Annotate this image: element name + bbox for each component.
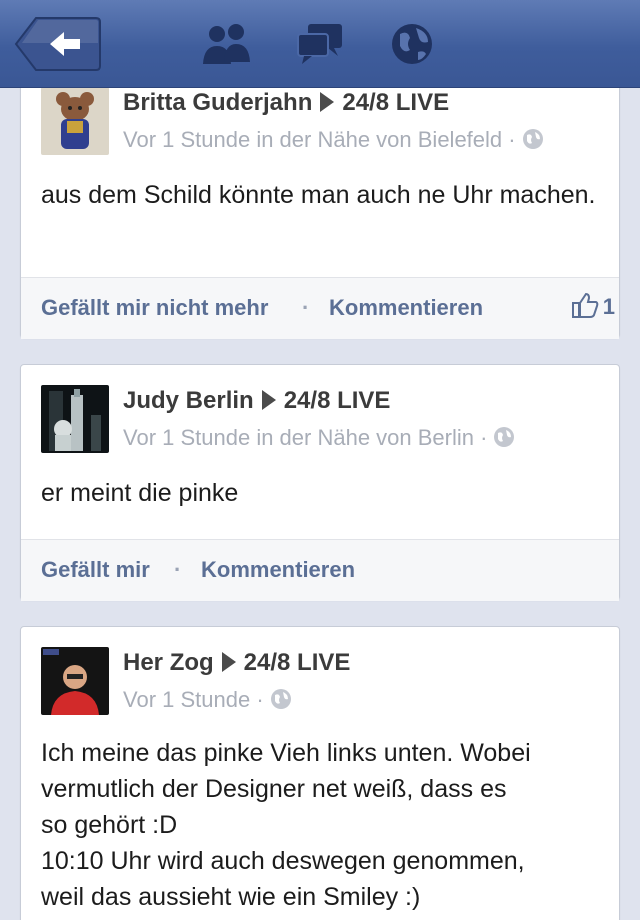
back-button[interactable]	[14, 16, 102, 72]
post-author-line: Britta Guderjahn 24/8 LIVE	[123, 89, 449, 117]
post-timestamp[interactable]: Vor 1 Stunde ·	[123, 687, 264, 712]
author-name[interactable]: Britta Guderjahn	[123, 89, 312, 116]
unlike-button[interactable]: Gefällt mir nicht mehr	[41, 295, 268, 321]
globe-notifications-icon[interactable]	[388, 20, 440, 68]
avatar[interactable]	[41, 647, 109, 715]
post-timestamp[interactable]: Vor 1 Stunde in der Nähe von Bielefeld ·	[123, 127, 516, 152]
post-text-line: vermutlich der Designer net weiß, dass e…	[41, 775, 507, 803]
post-text-line: 10:10 Uhr wird auch deswegen genommen,	[41, 847, 525, 875]
post-text: aus dem Schild könnte man auch ne Uhr ma…	[41, 181, 596, 209]
post-text-line: so gehört :D	[41, 811, 178, 839]
friend-requests-icon[interactable]	[200, 20, 252, 68]
arrow-right-icon	[221, 652, 236, 672]
target-page[interactable]: 24/8 LIVE	[244, 649, 351, 676]
post-text: Ich meine das pinke Vieh links unten. Wo…	[41, 735, 599, 915]
post-card: Judy Berlin 24/8 LIVE Vor 1 Stunde in der…	[20, 364, 620, 601]
globe-icon	[270, 688, 292, 716]
news-feed[interactable]: Britta Guderjahn 24/8 LIVE Vor 1 Stunde i…	[0, 0, 640, 920]
like-count-value: 1	[602, 294, 615, 319]
target-page[interactable]: 24/8 LIVE	[284, 387, 391, 414]
post-meta: Vor 1 Stunde ·	[123, 687, 292, 716]
post-meta: Vor 1 Stunde in der Nähe von Berlin ·	[123, 425, 515, 454]
avatar[interactable]	[41, 87, 109, 155]
author-name[interactable]: Judy Berlin	[123, 387, 254, 414]
target-page[interactable]: 24/8 LIVE	[342, 89, 449, 116]
post-meta: Vor 1 Stunde in der Nähe von Bielefeld ·	[123, 127, 544, 156]
post-text: er meint die pinke	[41, 479, 239, 507]
post-card: Her Zog 24/8 LIVE Vor 1 Stunde · Ich mein…	[20, 626, 620, 920]
globe-icon	[493, 426, 515, 454]
comment-button[interactable]: Kommentieren	[201, 557, 355, 583]
post-actions: Gefällt mir nicht mehr · Kommentieren 1	[21, 277, 619, 339]
post-author-line: Her Zog 24/8 LIVE	[123, 649, 350, 677]
globe-icon	[522, 128, 544, 156]
like-count[interactable]: 1	[571, 292, 615, 324]
top-navigation-bar	[0, 0, 640, 88]
avatar[interactable]	[41, 385, 109, 453]
post-timestamp[interactable]: Vor 1 Stunde in der Nähe von Berlin ·	[123, 425, 487, 450]
comment-button[interactable]: Kommentieren	[329, 295, 483, 321]
arrow-right-icon	[261, 390, 276, 410]
like-button[interactable]: Gefällt mir	[41, 557, 150, 583]
separator-dot: ·	[302, 295, 310, 320]
arrow-right-icon	[320, 92, 335, 112]
post-card: Britta Guderjahn 24/8 LIVE Vor 1 Stunde i…	[20, 70, 620, 339]
author-name[interactable]: Her Zog	[123, 649, 214, 676]
separator-dot: ·	[174, 557, 182, 582]
thumbs-up-icon	[571, 292, 599, 318]
post-text-line: Ich meine das pinke Vieh links unten. Wo…	[41, 739, 531, 767]
post-text-line: weil das aussieht wie ein Smiley :)	[41, 883, 421, 911]
post-author-line: Judy Berlin 24/8 LIVE	[123, 387, 390, 415]
messages-icon[interactable]	[294, 20, 346, 68]
post-actions: Gefällt mir · Kommentieren	[21, 539, 619, 601]
